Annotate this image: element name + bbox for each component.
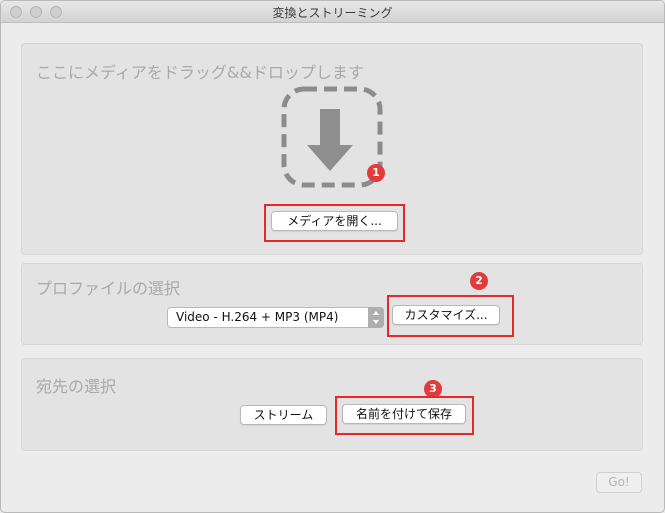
go-button[interactable]: Go! [596,472,642,493]
drop-media-panel: ここにメディアをドラッグ&&ドロップします 1 メディアを開く... [21,43,643,255]
destination-title: 宛先の選択 [36,377,117,396]
profile-select[interactable]: Video - H.264 + MP3 (MP4) [167,307,384,328]
destination-panel: 宛先の選択 ストリーム 3 名前を付けて保存 [21,358,643,451]
profile-panel: プロファイルの選択 Video - H.264 + MP3 (MP4) 2 カス… [21,263,643,345]
customize-button[interactable]: カスタマイズ... [392,305,500,325]
open-media-button[interactable]: メディアを開く... [271,211,398,231]
annotation-marker-1: 1 [367,164,385,182]
convert-stream-window: 変換とストリーミング ここにメディアをドラッグ&&ドロップします 1 メディアを… [0,0,665,513]
stream-button[interactable]: ストリーム [240,405,327,425]
profile-select-value: Video - H.264 + MP3 (MP4) [176,310,339,324]
save-as-button[interactable]: 名前を付けて保存 [342,404,466,424]
title-bar: 変換とストリーミング [1,1,664,23]
down-arrow-icon [307,109,353,171]
select-arrows-icon [368,307,384,328]
profile-title: プロファイルの選択 [36,279,181,298]
annotation-marker-2: 2 [470,272,488,290]
window-title: 変換とストリーミング [272,6,393,20]
drop-media-title: ここにメディアをドラッグ&&ドロップします [36,63,364,82]
